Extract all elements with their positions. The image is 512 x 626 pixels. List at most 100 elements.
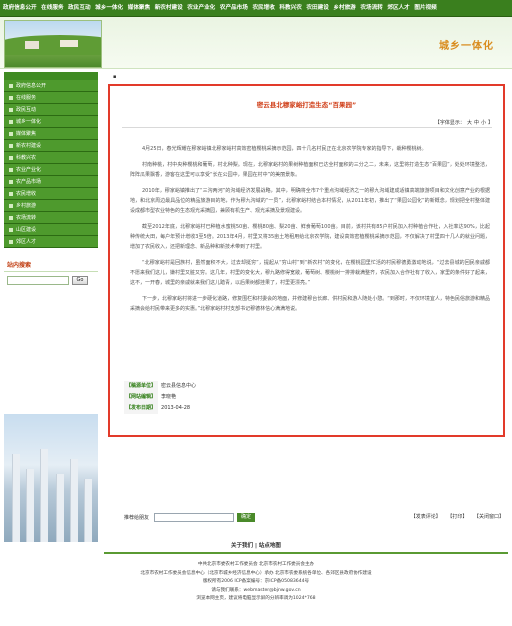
- bullet-icon: [9, 180, 13, 184]
- nav-item[interactable]: 城乡一体化: [92, 0, 123, 16]
- site-search: 站内搜索 Go: [4, 260, 98, 285]
- about-us-link[interactable]: 关于我们: [231, 543, 253, 549]
- article-paragraph: “北穆家峪村是回族村，虽然面积不大，过去却挺穷”，提起从“穷山村”到“新农村”的…: [130, 260, 491, 286]
- article-paragraph: 2010年，穆家峪镇推出了“三沟两河”的沟域经济发展战略，其中，明确将全市7个重…: [130, 188, 490, 214]
- bullet-icon: [9, 228, 13, 232]
- sidebar-item[interactable]: 在线服务: [4, 92, 98, 104]
- font-size-large[interactable]: 大: [467, 120, 472, 126]
- sidebar-item[interactable]: 农场流转: [4, 212, 98, 224]
- recommend-label: 推荐给朋友: [124, 515, 150, 521]
- nav-item[interactable]: 媒体聚焦: [125, 0, 150, 16]
- bullet-icon: [9, 108, 13, 112]
- nav-item[interactable]: 农民增收: [249, 0, 274, 16]
- bullet-icon: [9, 84, 13, 88]
- sidebar-item[interactable]: 政府信息公开: [4, 80, 98, 92]
- sidebar-item-label: 新农村建设: [16, 143, 42, 149]
- sidebar-item[interactable]: 农产品市场: [4, 176, 98, 188]
- sidebar-item-label: 郊区人才: [16, 239, 37, 245]
- top-nav: 政府信息公开 在线服务 政民互动 城乡一体化 媒体聚焦 新农村建设 农业产业化 …: [0, 0, 512, 17]
- nav-item[interactable]: 科教兴农: [276, 0, 301, 16]
- nav-item[interactable]: 新农村建设: [152, 0, 183, 16]
- footer-separator: |: [254, 543, 257, 549]
- nav-item[interactable]: 农田建设: [303, 0, 328, 16]
- bullet-icon: [9, 96, 13, 100]
- footer-divider: [104, 552, 508, 554]
- font-size-medium[interactable]: 中: [474, 120, 479, 126]
- list-marker-icon: ▪: [113, 74, 117, 80]
- sidebar-item-label: 农场流转: [16, 215, 37, 221]
- sidebar-item[interactable]: 政民互动: [4, 104, 98, 116]
- footer-line: 浏览本网主页，建议将电脑显示屏的分辨率调为1024*768: [196, 596, 316, 602]
- search-row: Go: [4, 276, 98, 285]
- nav-item[interactable]: 农场流转: [357, 0, 382, 16]
- search-title: 站内搜索: [4, 260, 98, 272]
- sidebar-item[interactable]: 城乡一体化: [4, 116, 98, 128]
- section-title: 城乡一体化: [439, 41, 494, 52]
- font-size-small[interactable]: 小: [481, 120, 486, 126]
- header-banner: 城乡一体化: [0, 17, 512, 69]
- page: 政府信息公开 在线服务 政民互动 城乡一体化 媒体聚焦 新农村建设 农业产业化 …: [0, 0, 512, 626]
- recommend-confirm-button[interactable]: 确定: [237, 513, 256, 522]
- article-paragraph: 4月25日，春光辉耀在穆家峪镇北穆家峪村高效密植樱桃采摘示范园，四十几名村民正在…: [142, 146, 427, 152]
- article-meta: 【稿源单位】 密云县信息中心 【网站编辑】 李晓艳 【发布日期】 2013-04-28: [124, 381, 196, 414]
- meta-source-value: 密云县信息中心: [161, 383, 197, 389]
- meta-source-label: 【稿源单位】: [124, 381, 159, 392]
- font-size-label: 【字体显示：: [434, 120, 465, 126]
- sidebar-item-label: 农民增收: [16, 191, 37, 197]
- sidebar-item[interactable]: 郊区人才: [4, 236, 98, 248]
- sidebar-item[interactable]: 乡村旅游: [4, 200, 98, 212]
- bullet-icon: [9, 240, 13, 244]
- bullet-icon: [9, 216, 13, 220]
- sidebar-item[interactable]: 新农村建设: [4, 140, 98, 152]
- font-size-close: 】: [487, 120, 493, 126]
- bullet-icon: [9, 192, 13, 196]
- footer-line: 请与我们联系：webmaster@bjnw.gov.cn: [211, 587, 301, 593]
- nav-item[interactable]: 政民互动: [65, 0, 90, 16]
- footer-line: 中共北京市委农村工作委员会 北京市农村工作委员会主办: [197, 562, 315, 567]
- sidebar-item-label: 媒体聚焦: [16, 131, 37, 137]
- sidebar-item-label: 科教兴农: [16, 155, 37, 161]
- recommend-email-input[interactable]: [154, 513, 235, 522]
- article-body: 4月25日，春光辉耀在穆家峪镇北穆家峪村高效密植樱桃采摘示范园，四十几名村民正在…: [130, 144, 490, 320]
- sidebar-item-label: 城乡一体化: [16, 119, 42, 125]
- recommend-row: 推荐给朋友 确定: [124, 513, 256, 522]
- article-title: 密云县北穆家峪打造生态“百果园”: [256, 101, 357, 109]
- comment-link[interactable]: 【发表评论】: [411, 514, 441, 520]
- sidebar-item-label: 政府信息公开: [16, 83, 47, 89]
- go-button[interactable]: Go: [72, 276, 88, 285]
- bullet-icon: [9, 120, 13, 124]
- sidebar-item-label: 农业产业化: [16, 167, 42, 173]
- sidebar: 政府信息公开 在线服务 政民互动 城乡一体化 媒体聚焦 新农村建设 科教兴农 农…: [4, 72, 98, 542]
- nav-item[interactable]: 农产品市场: [217, 0, 248, 16]
- footer-info: 中共北京市委农村工作委员会 北京市农村工作委员会主办 北京市农村工作委员会信息中…: [0, 561, 512, 604]
- article-paragraph: 下一步，北穆家峪村将进一步硬化道路，修复围栏和村委会的地面，并修建穆台长廊、供村…: [130, 296, 490, 312]
- sidebar-item[interactable]: 农业产业化: [4, 164, 98, 176]
- footer-links: 关于我们 | 站点地图: [0, 541, 512, 549]
- print-link[interactable]: 【打印】: [447, 514, 467, 520]
- sidebar-item[interactable]: 媒体聚焦: [4, 128, 98, 140]
- nav-item[interactable]: 图片视频: [411, 0, 436, 16]
- nav-item[interactable]: 农业产业化: [184, 0, 215, 16]
- close-window-link[interactable]: 【关闭窗口】: [474, 514, 504, 520]
- search-input[interactable]: [7, 276, 69, 285]
- bullet-icon: [9, 132, 13, 136]
- nav-item[interactable]: 在线服务: [38, 0, 63, 16]
- sidebar-item[interactable]: 农民增收: [4, 188, 98, 200]
- sidebar-item-label: 乡村旅游: [16, 203, 37, 209]
- bullet-icon: [9, 168, 13, 172]
- nav-item[interactable]: 政府信息公开: [0, 0, 37, 16]
- title-divider: [122, 127, 492, 128]
- font-size-switcher: 【字体显示：大中小】: [433, 119, 493, 126]
- sidebar-header: [4, 72, 98, 80]
- nav-item[interactable]: 郊区人才: [384, 0, 409, 16]
- city-skyline-image: [4, 414, 98, 542]
- sitemap-link[interactable]: 站点地图: [259, 543, 281, 549]
- nav-item[interactable]: 乡村旅游: [330, 0, 355, 16]
- bullet-icon: [9, 204, 13, 208]
- meta-editor-value: 李晓艳: [161, 394, 177, 400]
- sidebar-item-label: 山区建设: [16, 227, 37, 233]
- sidebar-item[interactable]: 科教兴农: [4, 152, 98, 164]
- bullet-icon: [9, 156, 13, 160]
- bullet-icon: [9, 144, 13, 148]
- sidebar-item[interactable]: 山区建设: [4, 224, 98, 236]
